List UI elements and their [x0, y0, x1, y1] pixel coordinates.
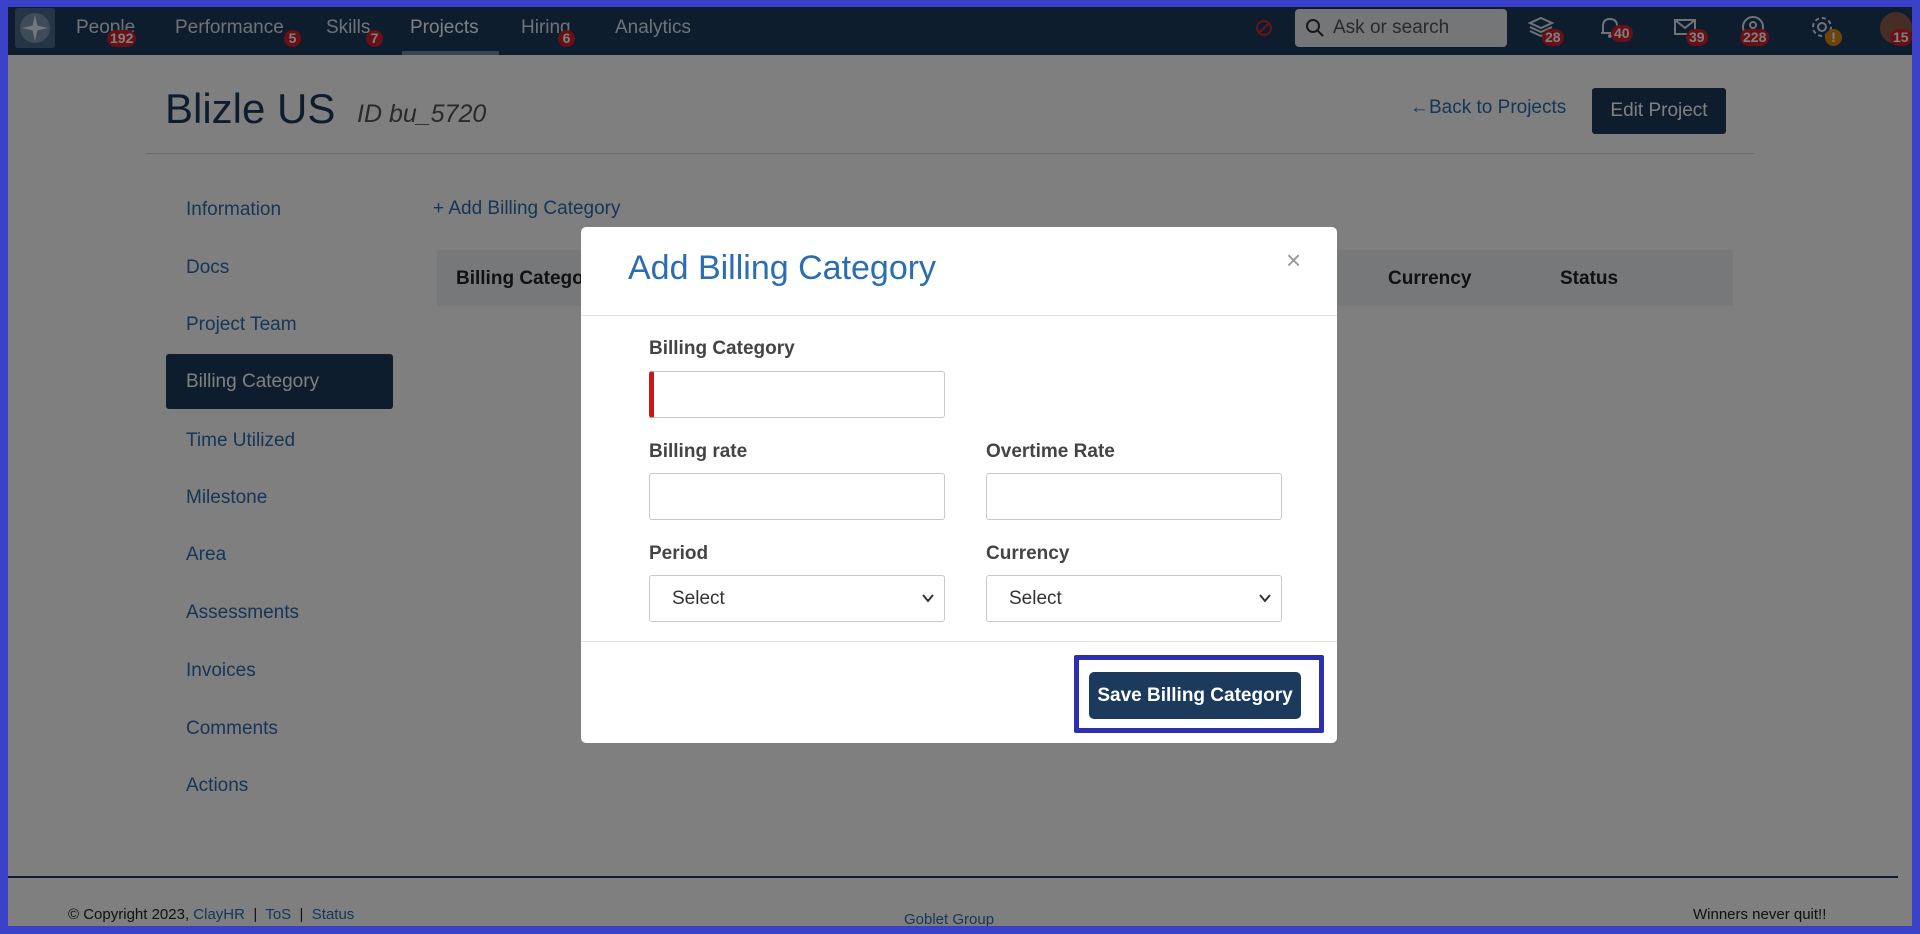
overtime-rate-label: Overtime Rate	[986, 441, 1115, 462]
overtime-rate-input[interactable]	[986, 473, 1282, 520]
currency-label: Currency	[986, 543, 1070, 564]
period-selected-value: Select	[672, 587, 725, 609]
billing-category-input[interactable]	[649, 371, 945, 418]
billing-rate-input[interactable]	[649, 473, 945, 520]
billing-category-label: Billing Category	[649, 338, 795, 359]
billing-rate-label: Billing rate	[649, 441, 748, 462]
modal-title: Add Billing Category	[628, 249, 937, 287]
save-button-highlight: Save Billing Category	[1074, 655, 1324, 733]
period-select[interactable]: Select	[649, 575, 945, 622]
currency-select[interactable]: Select	[986, 575, 1282, 622]
chevron-down-icon	[1259, 594, 1271, 603]
currency-selected-value: Select	[1009, 587, 1062, 609]
modal-header-divider	[581, 315, 1337, 316]
add-billing-category-modal: Add Billing Category × Billing Category …	[581, 227, 1337, 743]
save-billing-category-button[interactable]: Save Billing Category	[1089, 672, 1301, 719]
chevron-down-icon	[922, 594, 934, 603]
period-label: Period	[649, 543, 709, 564]
close-icon[interactable]: ×	[1286, 245, 1301, 276]
modal-footer-divider	[581, 641, 1337, 642]
